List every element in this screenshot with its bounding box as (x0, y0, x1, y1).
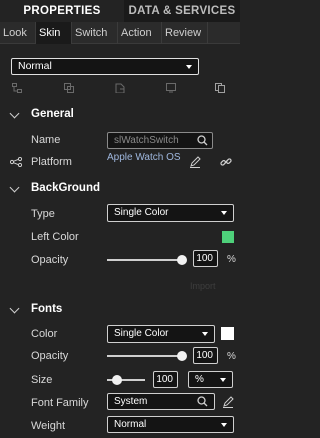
font-size-unit-value: % (195, 374, 204, 385)
font-color-type-dropdown[interactable]: Single Color (107, 325, 215, 343)
left-color-swatch[interactable] (222, 231, 234, 243)
font-opacity-unit: % (227, 351, 236, 362)
font-color-swatch[interactable] (221, 327, 234, 340)
top-tab-bar: PROPERTIES DATA & SERVICES (0, 0, 240, 22)
search-icon (197, 135, 208, 146)
tab-action[interactable]: Action (118, 22, 162, 44)
font-size-input[interactable]: 100 (153, 371, 178, 388)
platform-label: Platform (31, 156, 72, 168)
chevron-down-icon (186, 65, 192, 69)
bg-type-label: Type (31, 208, 55, 220)
duplicate-icon[interactable] (215, 83, 225, 93)
reset-icon[interactable] (166, 83, 176, 93)
chevron-down-icon (220, 378, 226, 382)
section-general-title: General (31, 108, 74, 120)
chevron-down-icon[interactable] (9, 108, 20, 119)
section-background-title: BackGround (31, 182, 101, 194)
name-value: slWatchSwitch (114, 135, 179, 146)
font-opacity-slider-handle[interactable] (177, 351, 187, 361)
bg-opacity-slider-handle[interactable] (177, 255, 187, 265)
font-size-slider-handle[interactable] (111, 375, 122, 385)
font-color-label: Color (31, 328, 58, 340)
paste-icon[interactable] (115, 83, 125, 93)
chevron-down-icon (221, 423, 227, 427)
tab-review[interactable]: Review (162, 22, 208, 44)
tab-properties[interactable]: PROPERTIES (0, 0, 124, 22)
tab-data-services[interactable]: DATA & SERVICES (124, 0, 240, 22)
copy-icon[interactable] (64, 83, 74, 93)
chevron-down-icon[interactable] (9, 303, 20, 314)
font-family-field[interactable]: System (107, 393, 215, 410)
font-opacity-slider[interactable] (107, 355, 182, 357)
chevron-down-icon (202, 332, 208, 336)
bg-type-value: Single Color (114, 207, 169, 218)
edit-icon[interactable] (222, 396, 234, 408)
link-icon[interactable] (220, 156, 232, 168)
section-fonts-title: Fonts (31, 303, 63, 315)
font-size-label: Size (31, 374, 53, 386)
import-text: Import (190, 281, 216, 291)
font-opacity-input[interactable]: 100 (193, 347, 218, 364)
font-opacity-label: Opacity (31, 350, 69, 362)
font-color-type-value: Single Color (114, 328, 169, 339)
left-color-label: Left Color (31, 231, 79, 243)
skin-toolbar (0, 82, 240, 96)
chevron-down-icon[interactable] (9, 182, 20, 193)
chevron-down-icon (221, 211, 227, 215)
name-field[interactable]: slWatchSwitch (107, 132, 213, 149)
font-weight-dropdown[interactable]: Normal (107, 416, 234, 433)
tab-switch[interactable]: Switch (72, 22, 118, 44)
platform-value[interactable]: Apple Watch OS (107, 152, 181, 163)
align-icon[interactable] (12, 83, 22, 93)
edit-icon[interactable] (189, 156, 201, 168)
sub-tab-bar: Look Skin Switch Action Review (0, 22, 240, 44)
skin-state-dropdown[interactable]: Normal (11, 58, 199, 75)
bg-opacity-input[interactable]: 100 (193, 250, 218, 267)
font-family-value: System (114, 396, 148, 407)
tab-skin[interactable]: Skin (36, 22, 72, 44)
tab-look[interactable]: Look (0, 22, 36, 44)
bg-type-dropdown[interactable]: Single Color (107, 204, 234, 222)
share-icon (10, 157, 22, 167)
bg-opacity-slider[interactable] (107, 259, 182, 261)
name-label: Name (31, 134, 61, 146)
skin-state-value: Normal (18, 60, 52, 72)
font-size-unit-dropdown[interactable]: % (188, 371, 233, 388)
bg-opacity-label: Opacity (31, 254, 69, 266)
font-family-label: Font Family (31, 397, 89, 409)
bg-opacity-unit: % (227, 254, 236, 265)
font-weight-label: Weight (31, 420, 66, 432)
search-icon (197, 396, 208, 407)
font-weight-value: Normal (114, 419, 147, 430)
